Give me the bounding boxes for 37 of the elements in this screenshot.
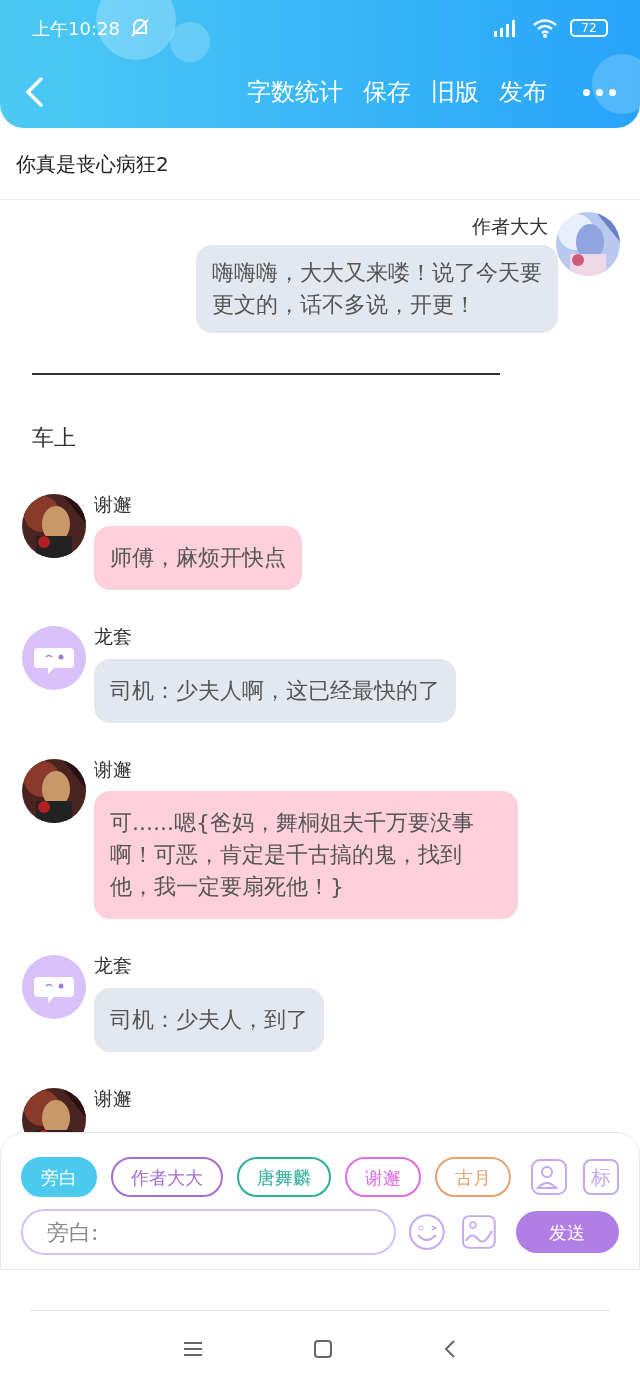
sender-name: 作者大大 <box>472 214 548 239</box>
battery-indicator: 72 <box>570 19 608 37</box>
decorative-bubble <box>592 54 640 114</box>
role-chip[interactable]: 旁白 <box>21 1157 97 1197</box>
narration-text: 车上 <box>32 424 76 450</box>
person-card-icon[interactable] <box>531 1159 567 1195</box>
toolbar-action[interactable]: 保存 <box>363 74 411 110</box>
menu-icon[interactable] <box>183 1341 203 1357</box>
sender-name: 龙套 <box>94 624 132 649</box>
role-chip[interactable]: 唐舞麟 <box>237 1157 331 1197</box>
chat-bubble-avatar-icon <box>22 955 86 1019</box>
tag-button[interactable]: 标 <box>583 1159 619 1195</box>
role-chip[interactable]: 古月 <box>435 1157 511 1197</box>
message-bubble: 司机：少夫人啊，这已经最快的了 <box>94 658 456 723</box>
status-time: 上午10:28 <box>32 16 120 41</box>
send-button[interactable]: 发送 <box>515 1211 619 1253</box>
message-bubble: 嗨嗨嗨，大大又来喽！说了今天要更文的，话不多说，开更！ <box>196 244 558 333</box>
image-icon[interactable] <box>462 1215 496 1249</box>
role-chip[interactable]: 谢邂 <box>345 1157 421 1197</box>
toolbar-action[interactable]: 字数统计 <box>247 74 343 110</box>
wifi-icon <box>532 18 558 38</box>
story-title: 你真是丧心病狂2 <box>16 150 169 178</box>
home-square-icon[interactable] <box>313 1339 333 1359</box>
message-bubble: 司机：少夫人，到了 <box>94 987 324 1052</box>
role-chip[interactable]: 作者大大 <box>111 1157 223 1197</box>
toolbar-action[interactable]: 旧版 <box>431 74 479 110</box>
sender-name: 龙套 <box>94 953 132 978</box>
message-input[interactable]: 旁白: <box>21 1209 397 1255</box>
sender-name: 谢邂 <box>94 756 132 782</box>
back-icon[interactable] <box>443 1339 457 1359</box>
smiley-icon[interactable] <box>408 1213 447 1251</box>
chat-bubble-avatar-icon <box>22 626 86 690</box>
message-bubble: 可......嗯{爸妈，舞桐姐夫千万要没事啊！可恶，肯定是千古搞的鬼，找到他，我一定要扇死他！} <box>94 791 518 919</box>
message-bubble: 师傅，麻烦开快点 <box>94 526 302 590</box>
sender-name: 谢邂 <box>94 491 132 517</box>
sender-name: 谢邂 <box>94 1085 132 1111</box>
toolbar-action[interactable]: 发布 <box>499 74 547 110</box>
